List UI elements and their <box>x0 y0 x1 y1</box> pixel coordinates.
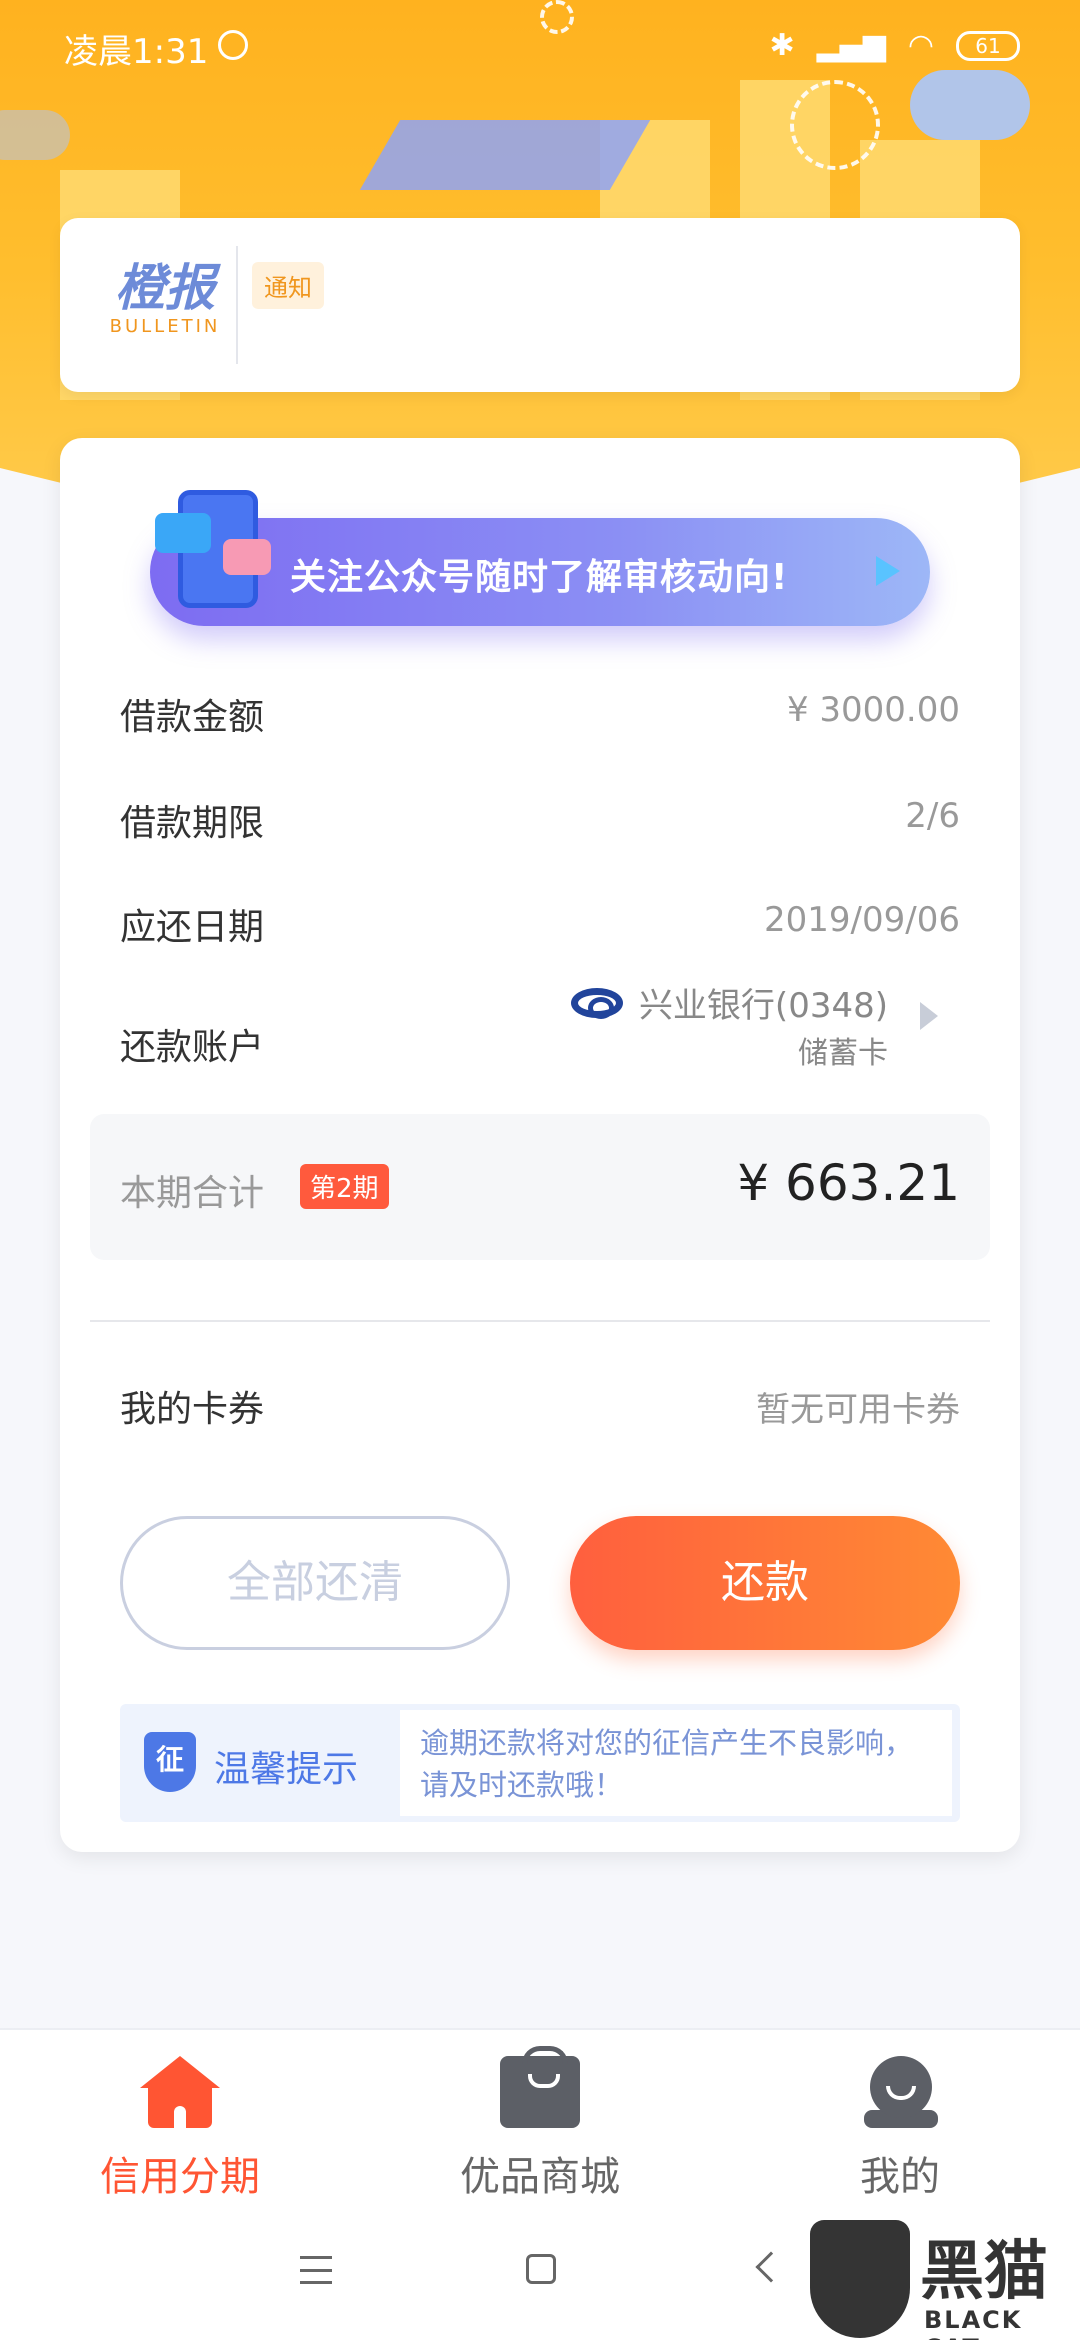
chevron-right-icon <box>920 1002 938 1030</box>
shopping-bag-icon <box>500 2046 580 2128</box>
due-date-label: 应还日期 <box>120 907 265 948</box>
warm-tip: 征 温馨提示 逾期还款将对您的征信产生不良影响，请及时还款哦！ <box>120 1704 960 1822</box>
repay-button[interactable]: 还款 <box>570 1516 960 1650</box>
signal-icon: ▂▄▆ <box>816 28 886 63</box>
repay-account-row[interactable]: 还款账户 兴业银行(0348) 储蓄卡 <box>120 978 960 1088</box>
bluetooth-icon: ✱ <box>769 28 795 63</box>
tip-title: 温馨提示 <box>214 1749 359 1790</box>
bulletin-logo-en: BULLETIN <box>109 316 221 337</box>
home-icon <box>140 2056 220 2128</box>
loan-amount-value: ¥ 3000.00 <box>786 690 960 730</box>
bulletin-divider <box>236 246 238 364</box>
bank-logo-icon <box>570 987 623 1019</box>
phone-chat-icon <box>155 490 271 608</box>
home-square-icon[interactable] <box>526 2254 556 2284</box>
coupon-row[interactable]: 我的卡券 暂无可用卡券 <box>120 1374 960 1434</box>
period-total-amount: ¥ 663.21 <box>737 1154 960 1212</box>
period-total-box: 本期合计 第2期 ¥ 663.21 <box>90 1114 990 1260</box>
platform-shape <box>359 120 651 190</box>
bottom-tab-bar: 信用分期 优品商城 我的 <box>0 2028 1080 2210</box>
loan-term-value: 2/6 <box>905 796 960 836</box>
period-total-label: 本期合计 <box>120 1173 265 1214</box>
loan-term-row: 借款期限 2/6 <box>120 788 960 848</box>
loan-amount-label: 借款金额 <box>120 697 265 738</box>
bulletin-logo-cn: 橙报 <box>115 259 215 317</box>
period-badge: 第2期 <box>300 1164 389 1209</box>
menu-icon[interactable] <box>300 2256 332 2284</box>
chat-bubble-icon <box>223 539 271 575</box>
notice-tag: 通知 <box>252 262 324 309</box>
due-date-row: 应还日期 2019/09/06 <box>120 892 960 952</box>
alarm-icon <box>218 30 248 60</box>
bank-info: 兴业银行(0348) <box>570 978 888 1027</box>
tab-mall[interactable]: 优品商城 <box>360 2030 720 2212</box>
loan-amount-row: 借款金额 ¥ 3000.00 <box>120 682 960 742</box>
bulletin-card[interactable]: 橙报 BULLETIN 通知 <box>60 218 1020 392</box>
due-date-value: 2019/09/06 <box>764 900 960 940</box>
loan-term-label: 借款期限 <box>120 803 265 844</box>
status-time: 凌晨1:31 <box>64 32 209 72</box>
card-type: 储蓄卡 <box>798 1036 888 1071</box>
tab-label: 优品商城 <box>460 2154 620 2200</box>
tab-me[interactable]: 我的 <box>720 2030 1080 2212</box>
cloud-shape <box>0 110 70 160</box>
bank-name: 兴业银行(0348) <box>638 986 888 1026</box>
tab-credit-installment[interactable]: 信用分期 <box>0 2030 360 2212</box>
chat-bubble-icon <box>155 513 211 553</box>
promo-arrow-icon <box>876 556 900 586</box>
tab-label: 信用分期 <box>100 2154 260 2200</box>
cat-shield-icon <box>810 2220 910 2338</box>
watermark-en: BLACK CAT <box>924 2306 1023 2340</box>
coupon-label: 我的卡券 <box>120 1389 265 1430</box>
repay-account-label: 还款账户 <box>120 1027 265 1068</box>
profile-icon <box>860 2056 940 2128</box>
status-icons: ✱ ▂▄▆ ◠ 61 <box>769 28 1020 64</box>
watermark: 黑猫 BLACK CAT <box>810 2220 1080 2340</box>
coupon-value: 暂无可用卡券 <box>756 1390 960 1430</box>
status-bar: 凌晨1:31 ✱ ▂▄▆ ◠ 61 <box>0 0 1080 96</box>
promo-text: 关注公众号随时了解审核动向! <box>290 557 789 598</box>
credit-shield-icon: 征 <box>144 1732 196 1792</box>
watermark-cn: 黑猫 <box>920 2235 1048 2309</box>
back-icon[interactable] <box>755 2251 787 2283</box>
divider <box>90 1320 990 1322</box>
repayment-card: 关注公众号随时了解审核动向! 借款金额 ¥ 3000.00 借款期限 2/6 应… <box>60 438 1020 1852</box>
wifi-icon: ◠ <box>907 28 934 63</box>
tip-message: 逾期还款将对您的征信产生不良影响，请及时还款哦！ <box>400 1710 952 1816</box>
battery-icon: 61 <box>956 31 1020 61</box>
repay-all-button[interactable]: 全部还清 <box>120 1516 510 1650</box>
tab-label: 我的 <box>860 2154 940 2200</box>
bulletin-logo: 橙报 BULLETIN <box>90 260 240 337</box>
